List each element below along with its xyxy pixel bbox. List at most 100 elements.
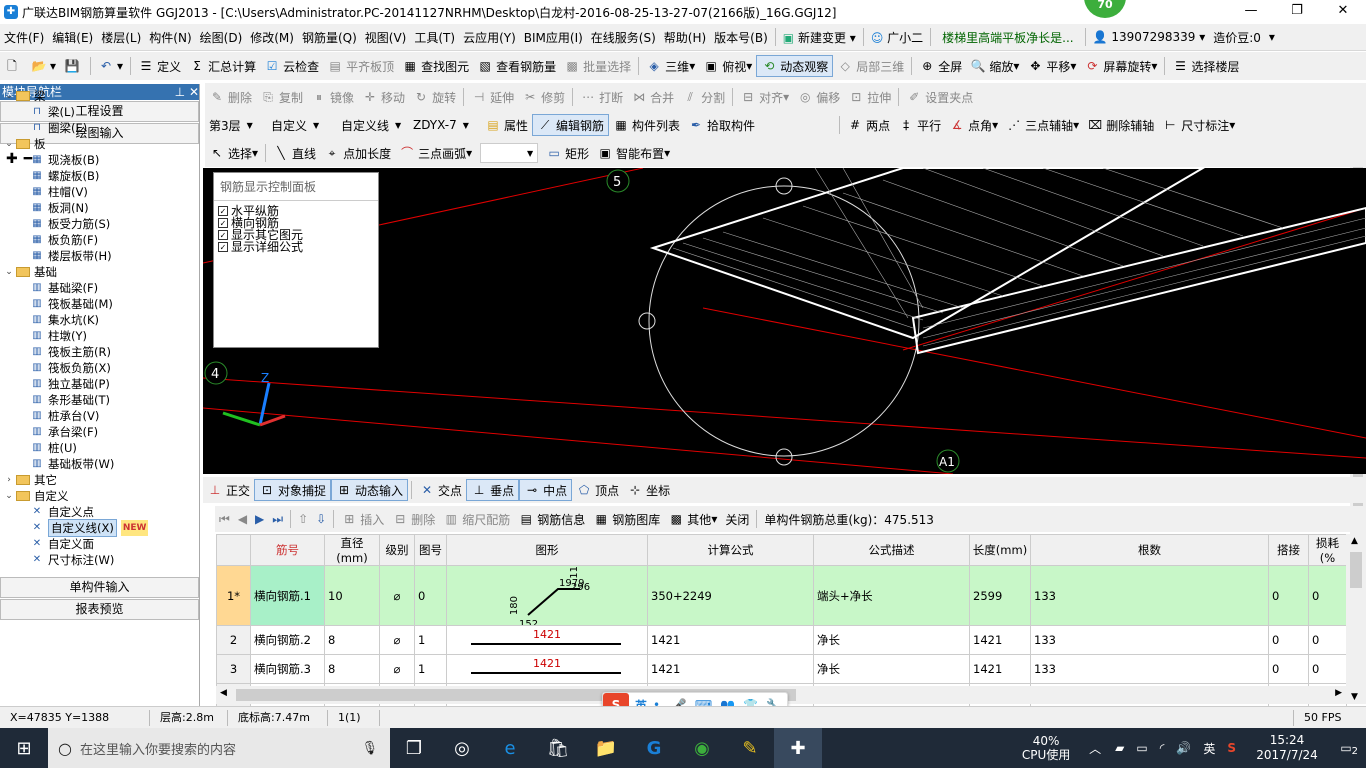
cell-fig[interactable]: 1 <box>414 625 447 655</box>
rebar-lib-button[interactable]: ▦ 钢筋图库 <box>589 508 664 530</box>
expand-icon[interactable]: › <box>4 472 14 488</box>
floor-select[interactable]: 第3层 ▼ <box>205 115 267 135</box>
line-button[interactable]: ╲ 直线 <box>269 142 320 164</box>
vertex-button[interactable]: ⬠ 顶点 <box>572 479 623 501</box>
three-point-axis-button[interactable]: ⋰ 三点辅轴 ▾ <box>1002 114 1083 136</box>
dyn-input-button[interactable]: ⊞ 动态输入 <box>331 479 409 501</box>
menu-tools[interactable]: 工具(T) <box>410 29 459 46</box>
tree-folder[interactable]: ⌄ 梁 <box>0 88 182 104</box>
col-header[interactable]: 图号 <box>414 534 447 566</box>
assistant-menu[interactable]: ☺ 广小二 <box>867 29 927 46</box>
tree-item[interactable]: ▥ 桩(U) <box>0 440 182 456</box>
tree-folder[interactable]: › 其它 <box>0 472 182 488</box>
menu-online[interactable]: 在线服务(S) <box>587 29 660 46</box>
nvidia-icon[interactable]: ▰ <box>1115 741 1124 755</box>
rebar-info-button[interactable]: ▤ 钢筋信息 <box>514 508 589 530</box>
three-d-button[interactable]: ◈ 三维 ▾ <box>642 55 699 77</box>
local-3d-button[interactable]: ◇ 局部三维 <box>833 55 908 77</box>
scroll-right-icon[interactable]: ▶ <box>1335 688 1342 698</box>
comp-list-button[interactable]: ▦ 构件列表 <box>609 114 684 136</box>
report-button[interactable]: 报表预览 <box>0 599 199 620</box>
arc3-button[interactable]: ⌒ 三点画弧 ▾ <box>395 142 476 164</box>
scroll-up-icon[interactable]: ▲ <box>1351 536 1358 546</box>
tree-item[interactable]: ▦ 柱帽(V) <box>0 184 182 200</box>
store-icon[interactable]: 🛍 <box>534 728 582 768</box>
menu-version[interactable]: 版本号(B) <box>710 29 772 46</box>
last-record-button[interactable]: ⏭ <box>268 508 287 530</box>
tree-item[interactable]: ▥ 筏板负筋(X) <box>0 360 182 376</box>
perp-button[interactable]: ⊥ 垂点 <box>466 479 520 501</box>
tree-item[interactable]: ▦ 板受力筋(S) <box>0 216 182 232</box>
tree-item[interactable]: ▦ 螺旋板(B) <box>0 168 182 184</box>
col-header[interactable]: 计算公式 <box>647 534 814 566</box>
sogou-tray-icon[interactable]: S <box>1227 741 1236 755</box>
windows-start-icon[interactable]: ⊞ <box>0 728 48 768</box>
tree-item[interactable]: ✕ 自定义线(X) NEW <box>0 519 182 537</box>
col-header[interactable]: 搭接 <box>1268 534 1309 566</box>
single-input-button[interactable]: 单构件输入 <box>0 577 199 598</box>
cell-lap[interactable]: 0 <box>1268 565 1309 626</box>
cell-count[interactable]: 133 <box>1030 654 1269 684</box>
tree-item[interactable]: ▥ 承台梁(F) <box>0 424 182 440</box>
col-header[interactable]: 筋号 <box>250 534 325 566</box>
pick-comp-button[interactable]: ✒ 拾取构件 <box>684 114 759 136</box>
cost-bean[interactable]: 造价豆:0 <box>1209 29 1265 46</box>
wifi-icon[interactable]: ◜ <box>1160 741 1165 755</box>
first-record-button[interactable]: ⏮ <box>215 508 234 530</box>
point-angle-button[interactable]: ∡ 点角 ▾ <box>945 114 1002 136</box>
cell-desc[interactable]: 端头+净长 <box>813 565 970 626</box>
zoom-button[interactable]: 🔍 缩放 ▾ <box>966 55 1023 77</box>
offset-button[interactable]: ◎ 偏移 <box>793 86 844 108</box>
pan-button[interactable]: ✥ 平移 ▾ <box>1023 55 1080 77</box>
move-button[interactable]: ✛ 移动 <box>358 86 409 108</box>
collapse-icon[interactable]: ⌄ <box>4 88 14 104</box>
col-header[interactable]: 图形 <box>446 534 648 566</box>
dim-button[interactable]: ⊢ 尺寸标注 ▾ <box>1158 114 1239 136</box>
cell-name[interactable]: 横向钢筋.3 <box>250 654 325 684</box>
del-axis-button[interactable]: ⌧ 删除辅轴 <box>1083 114 1158 136</box>
ortho-button[interactable]: ⊥ 正交 <box>203 479 254 501</box>
col-header[interactable]: 长度(mm) <box>969 534 1031 566</box>
minimize-button[interactable]: — <box>1228 0 1274 24</box>
tree-item[interactable]: ▦ 现浇板(B) <box>0 152 182 168</box>
cell-loss[interactable]: 0 <box>1308 625 1347 655</box>
cell-grade[interactable]: ⌀ <box>379 565 415 626</box>
cloud-check-button[interactable]: ☑ 云检查 <box>260 55 323 77</box>
orbit-handle[interactable] <box>775 448 793 466</box>
batch-select-button[interactable]: ▩ 批量选择 <box>560 55 635 77</box>
tree-item[interactable]: ▥ 筏板基础(M) <box>0 296 182 312</box>
stretch-button[interactable]: ⊡ 拉伸 <box>844 86 895 108</box>
table-vscrollbar[interactable]: ▲ ▼ <box>1346 534 1366 704</box>
menu-file[interactable]: 文件(F) <box>0 29 48 46</box>
file-explorer-icon[interactable]: 📁 <box>582 728 630 768</box>
maximize-button[interactable]: ❐ <box>1274 0 1320 24</box>
top-view-button[interactable]: ▣ 俯视 ▾ <box>699 55 756 77</box>
cell-lap[interactable]: 0 <box>1268 654 1309 684</box>
col-header[interactable]: 损耗(% <box>1308 534 1347 566</box>
tree-folder[interactable]: ⌄ 自定义 <box>0 488 182 504</box>
scroll-left-icon[interactable]: ◀ <box>220 688 227 698</box>
coord-button[interactable]: ⊹ 坐标 <box>623 479 674 501</box>
action-center-icon[interactable]: ▭ 2 <box>1326 741 1366 757</box>
tree-item[interactable]: ▥ 基础板带(W) <box>0 456 182 472</box>
break-button[interactable]: ⋯ 打断 <box>576 86 627 108</box>
tree-item[interactable]: ▦ 板洞(N) <box>0 200 182 216</box>
cell-formula[interactable]: 1421 <box>647 625 814 655</box>
volume-icon[interactable]: 🔊 <box>1176 741 1191 755</box>
cell-grade[interactable]: ⌀ <box>379 625 415 655</box>
set-point-button[interactable]: ✐ 设置夹点 <box>902 86 977 108</box>
cell-formula[interactable]: 1421 <box>647 654 814 684</box>
rotate-button[interactable]: ↻ 旋转 <box>409 86 460 108</box>
new-change-menu[interactable]: ▣ 新建变更 ▾ <box>779 29 860 46</box>
task-view-icon[interactable]: ❐ <box>390 728 438 768</box>
tree-folder[interactable]: ⌄ 板 <box>0 136 182 152</box>
cell-desc[interactable]: 净长 <box>813 654 970 684</box>
chevron-up-icon[interactable]: ︿ <box>1089 740 1101 757</box>
tree-folder[interactable]: ⌄ 基础 <box>0 264 182 280</box>
category-select[interactable]: 自定义 ▼ <box>267 115 337 135</box>
cell-len[interactable]: 2599 <box>969 565 1031 626</box>
tree-item[interactable]: ▥ 基础梁(F) <box>0 280 182 296</box>
cell-name[interactable]: 横向钢筋.2 <box>250 625 325 655</box>
table-row[interactable]: 1* 横向钢筋.1 10 ⌀ 0 180 152 1979 11 296 350+2249 端头+净长… <box>216 565 1347 626</box>
select-button[interactable]: ↖ 选择 ▾ <box>205 142 262 164</box>
